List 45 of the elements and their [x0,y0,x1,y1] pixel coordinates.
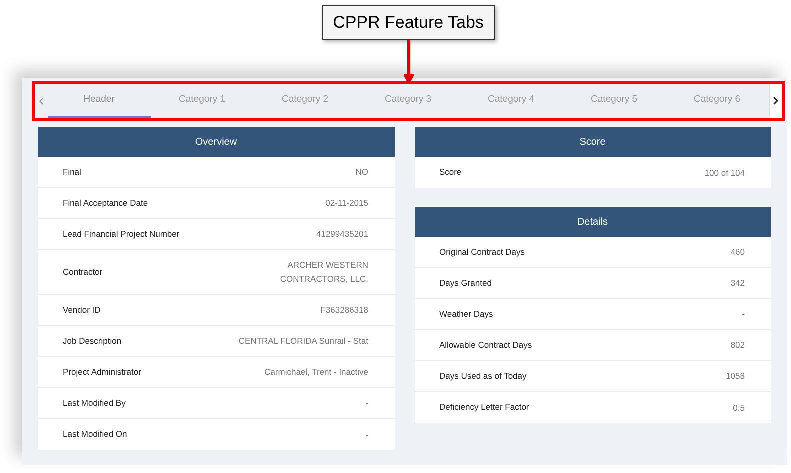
field-label: Contractor [63,266,103,278]
field-label: Days Used as of Today [440,370,527,382]
field-value: ARCHER WESTERN CONTRACTORS, LLC. [279,259,368,286]
tab[interactable]: Category 1 [150,84,254,118]
field-value: 100 of 104 [704,166,745,180]
field-value: CENTRAL FLORIDA Sunrail - Stat [238,335,368,348]
field-value: 02-11-2015 [326,197,368,210]
field-label: Final [63,166,82,178]
callout-label: CPPR Feature Tabs [322,5,495,40]
field-value: NO [356,166,368,179]
field-value: 802 [730,339,745,352]
field-value: - [742,308,745,321]
field-label: Vendor ID [63,304,101,316]
field-label: Job Description [63,334,122,348]
arrow-icon [404,40,414,84]
field-value: Carmichael, Trent - Inactive [264,366,368,379]
field-label: Last Modified By [63,396,126,410]
tab[interactable]: Category 6 [666,84,769,118]
tab[interactable]: Category 3 [356,84,460,118]
field-label: Allowable Contract Days [440,338,532,352]
tab[interactable]: Header [48,84,151,118]
field-label: Lead Financial Project Number [63,228,180,240]
card-header: Details [414,207,771,237]
field-value: 460 [730,246,745,259]
field-value: 0.5 [733,402,745,414]
field-label: Last Modified On [63,428,128,441]
field-label: Project Administrator [63,366,142,378]
field-value: F363286318 [320,304,368,317]
field-label: Final Acceptance Date [63,196,148,210]
field-value: - [366,397,368,410]
field-label: Original Contract Days [440,246,526,258]
scroll-right-button[interactable] [768,84,782,118]
tab[interactable]: Category 2 [254,84,357,118]
card-header: Overview [38,127,394,157]
field-value: - [366,428,368,442]
field-label: Score [440,166,462,179]
card-header: Score [414,127,771,157]
field-label: Days Granted [440,276,492,290]
tab[interactable]: Category 5 [562,84,666,118]
field-value: 342 [730,277,745,290]
field-value: 1058 [726,370,745,383]
tab[interactable]: Category 4 [460,84,563,118]
field-label: Deficiency Letter Factor [440,401,530,414]
field-value: 41299435201 [316,228,368,241]
field-label: Weather Days [440,308,494,320]
